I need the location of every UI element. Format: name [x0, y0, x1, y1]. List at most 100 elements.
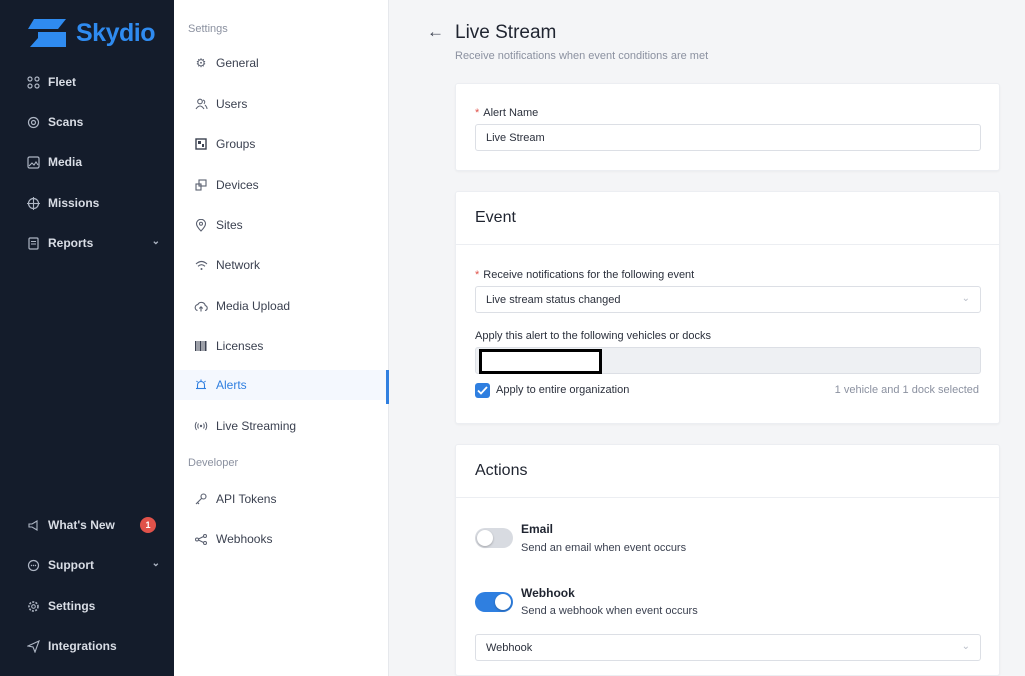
event-trigger-label: * Receive notifications for the following…	[475, 269, 694, 281]
nav-item-media[interactable]: Media	[26, 151, 162, 173]
toggle-knob	[477, 530, 493, 546]
nav-item-integrations[interactable]: Integrations	[26, 635, 162, 657]
settings-item-label: Sites	[216, 218, 243, 232]
users-icon	[194, 98, 208, 110]
settings-nav: Settings ⚙ General Users Groups Devices …	[174, 0, 389, 676]
chevron-down-icon: ⌄	[961, 293, 970, 304]
nav-item-fleet[interactable]: Fleet	[26, 71, 162, 93]
wifi-icon	[194, 260, 208, 271]
apply-org-checkbox[interactable]	[475, 383, 490, 398]
settings-item-licenses[interactable]: Licenses	[174, 331, 388, 361]
devices-icon	[194, 179, 208, 191]
reports-icon	[26, 236, 40, 250]
nav-label: Scans	[48, 115, 84, 129]
toggle-knob	[495, 594, 511, 610]
chevron-down-icon: ⌄	[151, 558, 160, 569]
required-mark: *	[475, 269, 480, 281]
chevron-down-icon: ⌄	[151, 236, 160, 247]
integrations-icon	[26, 639, 40, 653]
nav-item-whats-new[interactable]: What's New 1	[26, 514, 162, 536]
page-title: Live Stream	[455, 22, 557, 43]
alert-name-input[interactable]: Live Stream	[475, 124, 981, 151]
settings-item-sites[interactable]: Sites	[174, 210, 388, 240]
email-action-desc: Send an email when event occurs	[521, 542, 687, 554]
settings-heading: Settings	[188, 23, 228, 35]
apply-org-label: Apply to entire organization	[496, 384, 630, 396]
settings-item-groups[interactable]: Groups	[174, 129, 388, 159]
nav-label: Fleet	[48, 75, 77, 89]
webhook-toggle[interactable]	[475, 592, 513, 612]
settings-item-media-upload[interactable]: Media Upload	[174, 291, 388, 321]
actions-card: Actions Email Send an email when event o…	[455, 444, 1000, 676]
alert-name-label-text: Alert Name	[483, 107, 539, 119]
settings-item-devices[interactable]: Devices	[174, 170, 388, 200]
notification-badge: 1	[140, 517, 156, 533]
settings-item-label: Network	[216, 258, 261, 272]
settings-item-label: Live Streaming	[216, 419, 297, 433]
event-trigger-label-text: Receive notifications for the following …	[483, 269, 695, 281]
nav-label: Reports	[48, 236, 94, 250]
nav-item-reports[interactable]: Reports ⌄	[26, 232, 162, 254]
alert-name-card: * Alert Name Live Stream	[455, 83, 1000, 171]
selection-summary: 1 vehicle and 1 dock selected	[834, 384, 979, 396]
settings-item-alerts[interactable]: Alerts	[174, 370, 389, 404]
event-trigger-select[interactable]: Live stream status changed ⌄	[475, 286, 981, 313]
settings-item-label: Alerts	[216, 378, 247, 392]
bell-icon	[194, 379, 208, 392]
settings-item-general[interactable]: ⚙ General	[174, 48, 388, 78]
vehicles-select[interactable]	[475, 347, 981, 374]
nav-item-scans[interactable]: Scans	[26, 111, 162, 133]
webhook-icon	[194, 533, 208, 545]
settings-item-label: Media Upload	[216, 299, 291, 313]
nav-label: Settings	[48, 599, 96, 613]
settings-item-label: Webhooks	[216, 532, 273, 546]
nav-label: Support	[48, 558, 94, 572]
webhook-action-title: Webhook	[521, 586, 575, 600]
key-icon	[194, 493, 208, 505]
required-mark: *	[475, 107, 480, 119]
gear-icon	[26, 599, 40, 613]
event-card: Event * Receive notifications for the fol…	[455, 191, 1000, 424]
broadcast-icon	[194, 421, 208, 431]
settings-item-network[interactable]: Network	[174, 250, 388, 280]
email-action-title: Email	[521, 522, 554, 536]
skydio-logo[interactable]: Skydio	[28, 16, 155, 50]
left-nav: Skydio Fleet Scans Media Missions Report…	[0, 0, 174, 676]
nav-item-support[interactable]: Support ⌄	[26, 554, 162, 576]
settings-item-live-streaming[interactable]: Live Streaming	[174, 411, 388, 441]
email-toggle[interactable]	[475, 528, 513, 548]
support-icon	[26, 558, 40, 572]
settings-item-users[interactable]: Users	[174, 89, 388, 119]
redaction-box	[479, 349, 602, 374]
settings-item-label: Devices	[216, 178, 259, 192]
settings-item-label: Users	[216, 97, 248, 111]
fleet-icon	[26, 75, 40, 89]
nav-item-missions[interactable]: Missions	[26, 192, 162, 214]
media-icon	[26, 155, 40, 169]
settings-item-label: Groups	[216, 137, 256, 151]
nav-label: What's New	[48, 518, 115, 532]
settings-item-label: API Tokens	[216, 492, 277, 506]
settings-item-label: General	[216, 56, 259, 70]
skydio-logo-icon	[28, 19, 66, 47]
settings-item-webhooks[interactable]: Webhooks	[174, 524, 388, 554]
checkmark-icon	[477, 386, 488, 395]
location-pin-icon	[194, 218, 208, 232]
webhook-select[interactable]: Webhook ⌄	[475, 634, 981, 661]
chevron-down-icon: ⌄	[961, 641, 970, 652]
nav-item-settings[interactable]: Settings	[26, 595, 162, 617]
alert-name-label: * Alert Name	[475, 107, 538, 119]
settings-item-label: Licenses	[216, 339, 264, 353]
nav-label: Media	[48, 155, 83, 169]
nav-label: Missions	[48, 196, 100, 210]
event-heading: Event	[456, 192, 999, 245]
event-trigger-value: Live stream status changed	[486, 293, 621, 306]
back-arrow-icon[interactable]: ←	[427, 22, 444, 42]
missions-icon	[26, 196, 40, 210]
barcode-icon	[194, 341, 208, 351]
cloud-upload-icon	[194, 301, 208, 312]
vehicles-label: Apply this alert to the following vehicl…	[475, 330, 712, 342]
settings-item-api-tokens[interactable]: API Tokens	[174, 484, 388, 514]
nav-label: Integrations	[48, 639, 117, 653]
actions-heading: Actions	[456, 445, 999, 498]
